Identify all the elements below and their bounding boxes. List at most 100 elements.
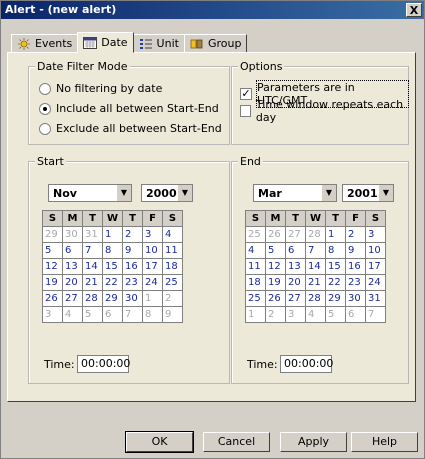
calendar-day[interactable]: 24 (365, 274, 386, 291)
calendar-day-outside-month[interactable]: 2 (162, 290, 183, 307)
calendar-day[interactable]: 25 (245, 290, 266, 307)
radio-include-between[interactable]: Include all between Start-End (39, 102, 219, 115)
calendar-day[interactable]: 1 (325, 226, 346, 243)
calendar-day[interactable]: 27 (62, 290, 83, 307)
calendar-day[interactable]: 21 (305, 274, 326, 291)
calendar-day[interactable]: 10 (365, 242, 386, 259)
calendar-day[interactable]: 7 (305, 242, 326, 259)
calendar-day[interactable]: 26 (265, 290, 286, 307)
end-year-select[interactable]: 2001 ▼ (342, 184, 394, 202)
calendar-day[interactable]: 10 (142, 242, 163, 259)
calendar-day-outside-month[interactable]: 8 (142, 306, 163, 323)
calendar-day[interactable]: 29 (325, 290, 346, 307)
calendar-day[interactable]: 27 (285, 290, 306, 307)
start-month-select[interactable]: Nov ▼ (48, 184, 132, 202)
calendar-day-outside-month[interactable]: 1 (245, 306, 266, 323)
calendar-day[interactable]: 5 (42, 242, 63, 259)
calendar-day[interactable]: 14 (82, 258, 103, 275)
calendar-day[interactable]: 6 (62, 242, 83, 259)
calendar-day-outside-month[interactable]: 29 (42, 226, 63, 243)
calendar-day[interactable]: 4 (245, 242, 266, 259)
calendar-day[interactable]: 19 (265, 274, 286, 291)
calendar-day-outside-month[interactable]: 9 (162, 306, 183, 323)
calendar-day-outside-month[interactable]: 6 (345, 306, 366, 323)
calendar-day[interactable]: 18 (162, 258, 183, 275)
calendar-day-outside-month[interactable]: 4 (62, 306, 83, 323)
chevron-down-icon[interactable]: ▼ (321, 185, 336, 201)
calendar-day[interactable]: 31 (365, 290, 386, 307)
calendar-day[interactable]: 15 (102, 258, 123, 275)
calendar-day[interactable]: 29 (102, 290, 123, 307)
calendar-day[interactable]: 3 (142, 226, 163, 243)
calendar-day[interactable]: 5 (265, 242, 286, 259)
calendar-day[interactable]: 22 (325, 274, 346, 291)
title-bar[interactable]: Alert - (new alert) X (1, 1, 424, 19)
radio-no-filtering[interactable]: No filtering by date (39, 82, 162, 95)
calendar-day[interactable]: 12 (42, 258, 63, 275)
calendar-day[interactable]: 2 (345, 226, 366, 243)
end-time-input[interactable]: 00:00:00 (280, 355, 333, 373)
calendar-day[interactable]: 20 (62, 274, 83, 291)
calendar-day-outside-month[interactable]: 4 (305, 306, 326, 323)
calendar-day[interactable]: 16 (122, 258, 143, 275)
calendar-day[interactable]: 11 (162, 242, 183, 259)
calendar-day[interactable]: 1 (102, 226, 123, 243)
calendar-day[interactable]: 13 (285, 258, 306, 275)
start-year-select[interactable]: 2000 ▼ (141, 184, 193, 202)
calendar-day[interactable]: 22 (102, 274, 123, 291)
calendar-day[interactable]: 18 (245, 274, 266, 291)
calendar-day-outside-month[interactable]: 26 (265, 226, 286, 243)
calendar-day[interactable]: 12 (265, 258, 286, 275)
calendar-day[interactable]: 23 (345, 274, 366, 291)
calendar-day-outside-month[interactable]: 25 (245, 226, 266, 243)
calendar-day[interactable]: 30 (345, 290, 366, 307)
calendar-day[interactable]: 3 (365, 226, 386, 243)
close-button[interactable]: X (406, 3, 422, 17)
calendar-day-outside-month[interactable]: 27 (285, 226, 306, 243)
tab-events[interactable]: Events (11, 34, 79, 52)
calendar-day[interactable]: 28 (82, 290, 103, 307)
tab-date[interactable]: Date (77, 32, 134, 53)
calendar-day[interactable]: 24 (142, 274, 163, 291)
calendar-day[interactable]: 14 (305, 258, 326, 275)
chevron-down-icon[interactable]: ▼ (116, 185, 131, 201)
calendar-day[interactable]: 9 (122, 242, 143, 259)
tab-unit[interactable]: Unit (132, 34, 185, 52)
calendar-day[interactable]: 30 (122, 290, 143, 307)
calendar-day[interactable]: 28 (305, 290, 326, 307)
calendar-day[interactable]: 26 (42, 290, 63, 307)
calendar-day-outside-month[interactable]: 30 (62, 226, 83, 243)
calendar-day[interactable]: 6 (285, 242, 306, 259)
radio-exclude-between[interactable]: Exclude all between Start-End (39, 122, 222, 135)
calendar-day[interactable]: 19 (42, 274, 63, 291)
calendar-day[interactable]: 13 (62, 258, 83, 275)
calendar-day[interactable]: 23 (122, 274, 143, 291)
calendar-day[interactable]: 4 (162, 226, 183, 243)
calendar-day-outside-month[interactable]: 3 (42, 306, 63, 323)
radio-button[interactable] (39, 122, 51, 135)
calendar-day[interactable]: 11 (245, 258, 266, 275)
calendar-day-outside-month[interactable]: 31 (82, 226, 103, 243)
checkbox-repeat-daily[interactable]: Time window repeats each day (240, 98, 408, 124)
calendar-day[interactable]: 17 (365, 258, 386, 275)
calendar-day-outside-month[interactable]: 6 (102, 306, 123, 323)
chevron-down-icon[interactable]: ▼ (378, 185, 393, 201)
calendar-day-outside-month[interactable]: 2 (265, 306, 286, 323)
cancel-button[interactable]: Cancel (203, 432, 270, 452)
calendar-day[interactable]: 8 (325, 242, 346, 259)
calendar-day[interactable]: 8 (102, 242, 123, 259)
calendar-day[interactable]: 20 (285, 274, 306, 291)
tab-group[interactable]: Group (183, 34, 248, 52)
end-month-select[interactable]: Mar ▼ (253, 184, 337, 202)
calendar-day[interactable]: 2 (122, 226, 143, 243)
calendar-day-outside-month[interactable]: 7 (365, 306, 386, 323)
calendar-day-outside-month[interactable]: 5 (325, 306, 346, 323)
calendar-day[interactable]: 21 (82, 274, 103, 291)
ok-button[interactable]: OK (125, 431, 194, 453)
calendar-day-outside-month[interactable]: 5 (82, 306, 103, 323)
chevron-down-icon[interactable]: ▼ (177, 185, 192, 201)
calendar-day[interactable]: 9 (345, 242, 366, 259)
calendar-day[interactable]: 7 (82, 242, 103, 259)
calendar-day-outside-month[interactable]: 7 (122, 306, 143, 323)
calendar-day[interactable]: 16 (345, 258, 366, 275)
